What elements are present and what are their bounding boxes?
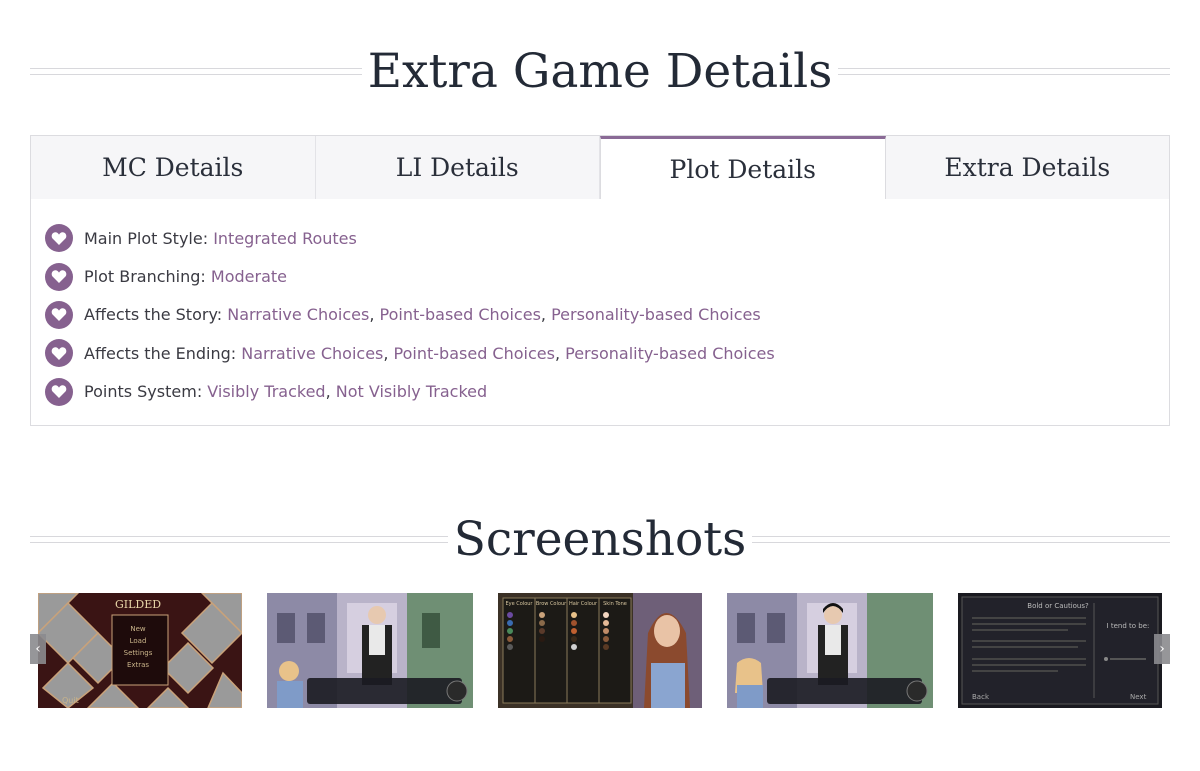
tab-mc-details[interactable]: MC Details [31, 136, 316, 199]
plot-detail-label: Affects the Ending: [84, 343, 242, 363]
heart-icon [45, 300, 73, 329]
choice-prompt: I tend to be: [1107, 622, 1150, 630]
plot-details-list: Main Plot Style: Integrated Routes Plot B… [31, 199, 1169, 411]
screenshot-street-scene [727, 593, 933, 708]
plot-detail-link[interactable]: Not Visibly Tracked [336, 382, 487, 401]
heart-icon [45, 377, 73, 406]
divider [838, 67, 1171, 75]
screenshot-thumbnail[interactable]: Eye Colour Brow Colour Hair Colour Skin … [498, 593, 702, 708]
screenshots-heading: Screenshots [30, 508, 1170, 570]
divider [752, 535, 1170, 543]
details-tabs-panel: MC Details LI Details Plot Details Extra… [30, 135, 1170, 426]
next-label: Next [1130, 693, 1147, 701]
plot-detail-item: Affects the Ending: Narrative Choices, P… [45, 334, 1169, 372]
plot-detail-label: Main Plot Style: [84, 228, 214, 248]
carousel-prev-button[interactable]: ‹ [30, 634, 46, 664]
tab-li-details[interactable]: LI Details [315, 136, 600, 199]
plot-detail-item: Points System: Visibly Tracked, Not Visi… [45, 373, 1169, 411]
heart-icon [45, 339, 73, 368]
separator: , [554, 343, 566, 363]
menu-item: New [130, 625, 146, 633]
plot-detail-item: Main Plot Style: Integrated Routes [45, 219, 1169, 257]
column-header: Hair Colour [569, 601, 598, 607]
back-label: Back [972, 693, 990, 701]
menu-item: Load [130, 637, 147, 645]
divider [30, 67, 362, 75]
screenshot-title-menu: GILDED New Load Settings Extras Quit [38, 593, 242, 708]
plot-detail-link[interactable]: Moderate [211, 267, 287, 286]
plot-detail-link[interactable]: Visibly Tracked [207, 382, 325, 401]
separator: , [369, 305, 380, 325]
extra-details-heading: Extra Game Details [30, 40, 1171, 102]
heart-icon [45, 262, 73, 291]
section-title: Screenshots [453, 511, 747, 567]
plot-detail-label: Plot Branching: [84, 267, 211, 287]
menu-item: Extras [127, 661, 149, 669]
quit-label: Quit [62, 696, 79, 705]
separator: , [325, 382, 336, 402]
column-header: Eye Colour [505, 601, 533, 607]
column-header: Skin Tone [603, 601, 627, 607]
carousel-next-button[interactable]: › [1154, 634, 1170, 664]
screenshot-character-customization: Eye Colour Brow Colour Hair Colour Skin … [498, 593, 702, 708]
tab-plot-details[interactable]: Plot Details [600, 136, 886, 199]
chevron-right-icon: › [1159, 641, 1165, 657]
plot-detail-link[interactable]: Narrative Choices [241, 344, 383, 363]
screenshot-carousel: GILDED New Load Settings Extras Quit Eye… [30, 593, 1170, 708]
column-header: Brow Colour [536, 601, 567, 607]
game-logo: GILDED [115, 598, 161, 611]
plot-detail-item: Affects the Story: Narrative Choices, Po… [45, 296, 1169, 334]
tab-bar: MC Details LI Details Plot Details Extra… [31, 136, 1169, 199]
heart-icon [45, 224, 73, 253]
plot-detail-link[interactable]: Personality-based Choices [551, 305, 761, 324]
plot-detail-link[interactable]: Point-based Choices [394, 344, 555, 363]
choice-title: Bold or Cautious? [1027, 602, 1089, 610]
separator: , [540, 305, 552, 325]
plot-detail-link[interactable]: Point-based Choices [380, 305, 541, 324]
section-title: Extra Game Details [367, 43, 833, 99]
screenshot-thumbnail[interactable]: Bold or Cautious? I tend to be: Back Nex… [958, 593, 1162, 708]
screenshot-thumbnail[interactable] [267, 593, 473, 708]
plot-detail-label: Affects the Story: [84, 305, 228, 325]
screenshot-street-scene [267, 593, 473, 708]
chevron-left-icon: ‹ [35, 641, 41, 657]
plot-detail-link[interactable]: Personality-based Choices [565, 344, 775, 363]
screenshot-thumbnail[interactable]: GILDED New Load Settings Extras Quit [38, 593, 242, 708]
tab-extra-details[interactable]: Extra Details [885, 136, 1169, 199]
plot-detail-link[interactable]: Integrated Routes [213, 229, 357, 248]
plot-detail-link[interactable]: Narrative Choices [227, 305, 369, 324]
screenshot-personality-choice: Bold or Cautious? I tend to be: Back Nex… [958, 593, 1162, 708]
plot-detail-item: Plot Branching: Moderate [45, 257, 1169, 295]
divider [30, 535, 448, 543]
plot-detail-label: Points System: [84, 382, 208, 402]
screenshot-thumbnail[interactable] [727, 593, 933, 708]
separator: , [383, 343, 394, 363]
menu-item: Settings [124, 649, 153, 657]
